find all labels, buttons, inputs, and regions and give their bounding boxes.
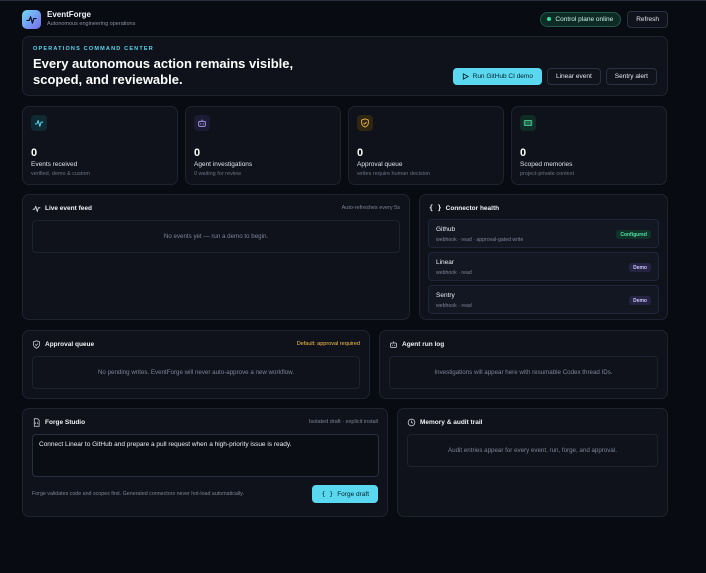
sentry-alert-button[interactable]: Sentry alert	[605, 68, 657, 85]
shield-icon	[33, 340, 40, 349]
forge-meta: Isolated draft · explicit install	[308, 419, 378, 425]
shield-icon	[357, 115, 373, 131]
stat-sub: project-private context	[520, 171, 575, 177]
app-subtitle: Autonomous engineering operations	[47, 21, 136, 27]
configured-badge: Configured	[616, 230, 651, 239]
stat-value: 0	[520, 147, 527, 159]
approval-default-meta: Default: approval required	[296, 341, 360, 347]
play-icon	[462, 73, 469, 80]
page-title: Every autonomous action remains visible,…	[33, 56, 294, 87]
hero-panel: OPERATIONS COMMAND CENTER Every autonomo…	[22, 36, 668, 96]
connector-meta: webhook · read	[436, 303, 472, 309]
connector-row-github[interactable]: Github webhook · read · approval-gated w…	[428, 219, 659, 248]
feed-refresh-meta: Auto-refreshes every 5s	[341, 205, 400, 211]
stat-card-approval-queue: 0 Approval queue writes require human de…	[348, 106, 504, 185]
stat-card-investigations: 0 Agent investigations 0 waiting for rev…	[185, 106, 341, 185]
refresh-button[interactable]: Refresh	[627, 10, 668, 28]
live-event-feed-title: Live event feed	[45, 205, 92, 212]
forge-footer-note: Forge validates code and scopes first. G…	[32, 491, 244, 497]
pulse-icon	[32, 205, 41, 212]
connector-health-panel: { } Connector health Github webhook · re…	[419, 194, 668, 320]
stat-sub: 0 waiting for review	[194, 171, 242, 177]
forge-studio-title: Forge Studio	[45, 419, 86, 426]
forge-draft-button[interactable]: { } Forge draft	[312, 485, 378, 503]
memory-audit-title: Memory & audit trail	[420, 419, 483, 426]
run-github-ci-demo-label: Run GitHub CI demo	[472, 73, 533, 80]
agent-run-log-panel: Agent run log Investigations will appear…	[379, 330, 668, 399]
stat-card-memories: 0 Scoped memories project-private contex…	[511, 106, 667, 185]
app-name: EventForge	[47, 10, 92, 19]
audit-empty-state: Audit entries appear for every event, ru…	[407, 434, 658, 467]
status-text: Control plane online	[555, 15, 614, 23]
connector-row-sentry[interactable]: Sentry webhook · read Demo	[428, 285, 659, 314]
memory-icon	[520, 115, 536, 131]
stat-value: 0	[194, 147, 201, 159]
run-log-empty-state: Investigations will appear here with res…	[389, 356, 658, 389]
app-header: EventForge Autonomous engineering operat…	[22, 9, 668, 29]
stat-label: Agent investigations	[194, 161, 253, 168]
connector-name: Github	[436, 226, 456, 233]
linear-event-button[interactable]: Linear event	[546, 68, 601, 85]
run-github-ci-demo-button[interactable]: Run GitHub CI demo	[452, 68, 542, 85]
connector-name: Sentry	[436, 292, 455, 299]
brand: EventForge Autonomous engineering operat…	[47, 10, 135, 28]
approval-empty-state: No pending writes. EventForge will never…	[32, 356, 360, 389]
stat-label: Events received	[31, 161, 78, 168]
connector-row-linear[interactable]: Linear webhook · read Demo	[428, 252, 659, 281]
bot-icon	[390, 341, 397, 348]
file-code-icon	[33, 418, 40, 427]
stat-label: Approval queue	[357, 161, 403, 168]
approval-queue-title: Approval queue	[45, 341, 95, 348]
status-dot-icon	[547, 17, 552, 21]
approval-queue-panel: Approval queue Default: approval require…	[22, 330, 370, 399]
hero-eyebrow: OPERATIONS COMMAND CENTER	[33, 46, 154, 52]
agent-run-log-title: Agent run log	[402, 341, 445, 348]
feed-empty-state: No events yet — run a demo to begin.	[32, 220, 400, 253]
status-badge: Control plane online	[540, 11, 622, 27]
bot-icon	[194, 115, 210, 131]
demo-badge: Demo	[629, 263, 651, 272]
stat-sub: writes require human decision	[357, 171, 431, 177]
demo-badge: Demo	[629, 296, 651, 305]
braces-icon: { }	[321, 490, 334, 498]
forge-draft-label: Forge draft	[337, 490, 369, 498]
stat-value: 0	[357, 147, 364, 159]
forge-studio-panel: Forge Studio Isolated draft · explicit i…	[22, 408, 388, 517]
stat-label: Scoped memories	[520, 161, 573, 168]
pulse-logo-icon	[22, 9, 41, 29]
stat-value: 0	[31, 147, 38, 159]
live-event-feed-panel: Live event feed Auto-refreshes every 5s …	[22, 194, 410, 320]
pulse-icon	[31, 115, 47, 131]
stat-card-events: 0 Events received verified, demo & custo…	[22, 106, 178, 185]
stat-sub: verified, demo & custom	[31, 171, 90, 177]
connector-name: Linear	[436, 259, 455, 266]
memory-audit-panel: Memory & audit trail Audit entries appea…	[397, 408, 668, 517]
clock-icon	[407, 418, 416, 427]
connector-meta: webhook · read	[436, 270, 472, 276]
window-top-border	[0, 0, 706, 1]
connector-meta: webhook · read · approval-gated write	[436, 237, 524, 243]
braces-icon: { }	[429, 204, 442, 212]
forge-prompt-input[interactable]: Connect Linear to GitHub and prepare a p…	[32, 434, 379, 477]
connector-health-title: Connector health	[445, 204, 500, 212]
